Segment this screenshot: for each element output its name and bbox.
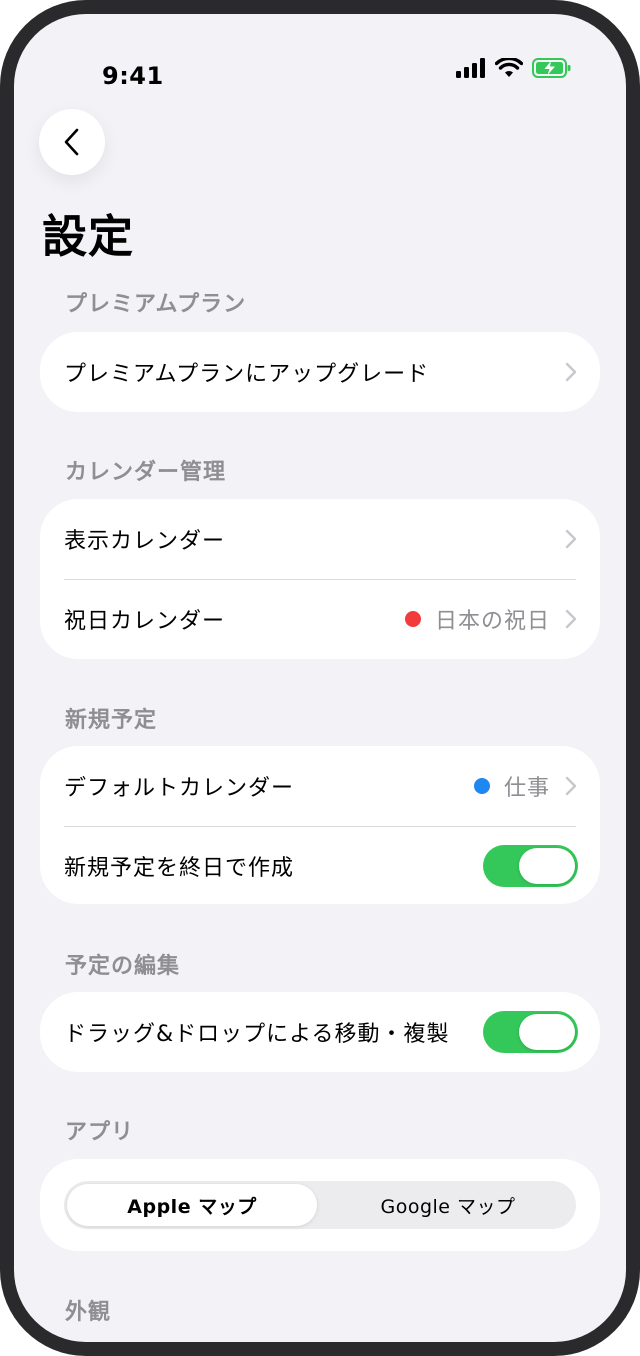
- maps-segmented-control: Apple マップ Google マップ: [64, 1181, 576, 1229]
- status-time: 9:41: [102, 62, 164, 90]
- row-value: 日本の祝日: [434, 609, 550, 634]
- card-calendar: 表示カレンダー 祝日カレンダー 日本の祝日: [40, 499, 600, 659]
- status-icons: [456, 54, 572, 82]
- row-label: デフォルトカレンダー: [64, 776, 295, 801]
- row-holiday-calendar[interactable]: 祝日カレンダー 日本の祝日: [40, 579, 600, 659]
- chevron-right-icon: [565, 609, 577, 629]
- row-display-calendars[interactable]: 表示カレンダー: [40, 499, 600, 579]
- signal-icon: [456, 58, 485, 78]
- all-day-toggle[interactable]: [483, 845, 578, 887]
- row-label: 表示カレンダー: [64, 529, 226, 554]
- row-label: 祝日カレンダー: [64, 609, 226, 634]
- row-label: ドラッグ&ドロップによる移動・複製: [64, 1022, 450, 1047]
- wifi-icon: [495, 58, 523, 77]
- row-value: 仕事: [503, 776, 550, 801]
- row-label: 新規予定を終日で作成: [64, 856, 295, 881]
- card-editing: ドラッグ&ドロップによる移動・複製: [40, 992, 600, 1072]
- page-title: 設定: [42, 210, 135, 263]
- toggle-knob: [519, 1014, 575, 1050]
- chevron-right-icon: [565, 362, 577, 382]
- calendar-color-dot: [473, 778, 490, 794]
- chevron-right-icon: [565, 529, 577, 549]
- card-premium: プレミアムプランにアップグレード: [40, 332, 600, 412]
- section-header-editing: 予定の編集: [65, 954, 181, 979]
- back-button[interactable]: [39, 109, 105, 175]
- screen: 9:41 設定 プレミアムプラン プレミアムプランにアップグレード カレンダー管…: [14, 14, 626, 1342]
- battery-charging-icon: [532, 58, 571, 78]
- card-app: Apple マップ Google マップ: [40, 1159, 600, 1251]
- chevron-right-icon: [565, 776, 577, 796]
- row-all-day-default: 新規予定を終日で作成: [40, 826, 600, 906]
- toggle-knob: [519, 848, 575, 884]
- row-label: プレミアムプランにアップグレード: [64, 362, 430, 387]
- calendar-color-dot: [404, 611, 421, 627]
- row-drag-drop: ドラッグ&ドロップによる移動・複製: [40, 992, 600, 1072]
- section-header-new-event: 新規予定: [65, 708, 158, 733]
- section-header-appearance: 外観: [65, 1300, 112, 1325]
- section-header-app: アプリ: [65, 1120, 135, 1145]
- row-divider: [64, 579, 576, 580]
- device-frame: 9:41 設定 プレミアムプラン プレミアムプランにアップグレード カレンダー管…: [0, 0, 640, 1356]
- row-divider: [64, 826, 576, 827]
- segment-apple-maps[interactable]: Apple マップ: [67, 1184, 317, 1226]
- segment-google-maps[interactable]: Google マップ: [323, 1184, 573, 1226]
- row-default-calendar[interactable]: デフォルトカレンダー 仕事: [40, 746, 600, 826]
- drag-drop-toggle[interactable]: [483, 1011, 578, 1053]
- section-header-premium: プレミアムプラン: [65, 292, 247, 317]
- card-new-event: デフォルトカレンダー 仕事 新規予定を終日で作成: [40, 746, 600, 904]
- section-header-calendar: カレンダー管理: [65, 460, 227, 485]
- back-chevron-icon: [64, 128, 79, 156]
- row-premium-upgrade[interactable]: プレミアムプランにアップグレード: [40, 332, 600, 412]
